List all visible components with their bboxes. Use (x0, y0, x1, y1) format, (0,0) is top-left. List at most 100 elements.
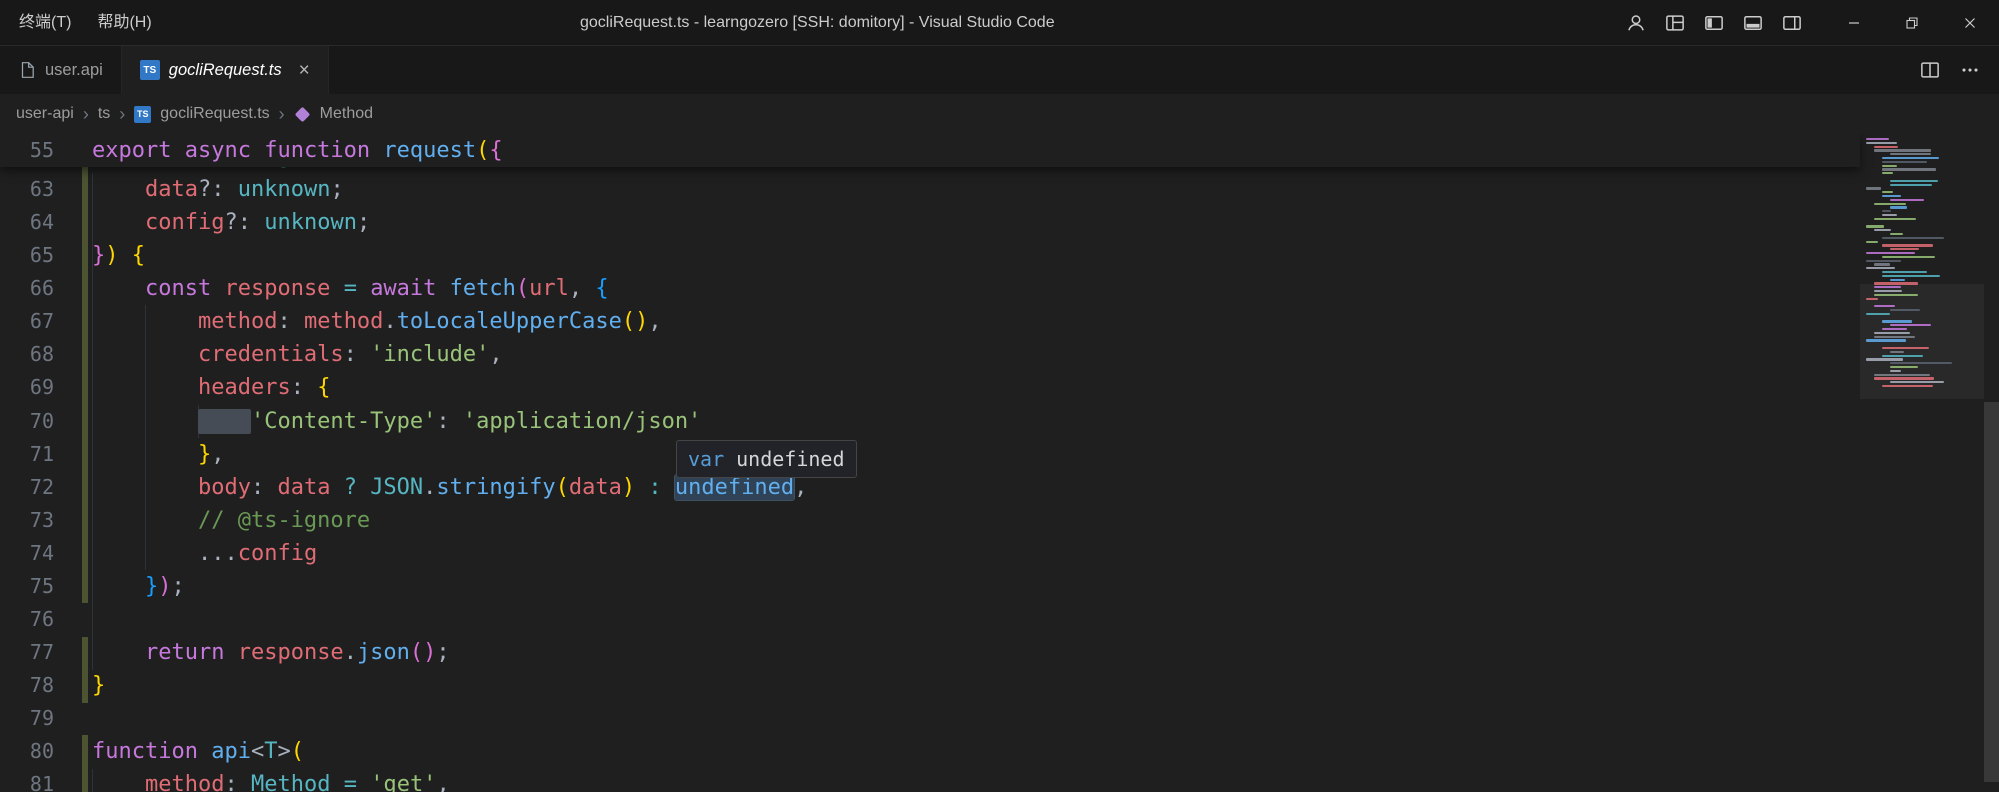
minimap-line (1866, 267, 1895, 269)
code-line-73[interactable]: 73 // @ts-ignore (0, 504, 1900, 537)
minimap-line (1866, 358, 1903, 360)
code-token: ) (622, 475, 635, 500)
close-window-button[interactable] (1941, 0, 1999, 46)
code-line-69[interactable]: 69 headers: { (0, 371, 1900, 404)
code-token: . (344, 640, 357, 665)
code-line-71[interactable]: 71 }, (0, 438, 1900, 471)
menu-terminal[interactable]: 终端(T) (6, 0, 84, 46)
minimap-line (1882, 320, 1912, 322)
vertical-scrollbar[interactable] (1984, 402, 1999, 782)
minimap-line (1882, 385, 1933, 387)
line-number: 72 (0, 471, 54, 504)
code-token: // @ts-ignore (198, 508, 370, 533)
minimap-line (1866, 225, 1884, 227)
code-line-76[interactable]: 76 (0, 603, 1900, 636)
minimap-line (1890, 184, 1932, 186)
more-actions-icon[interactable] (1959, 59, 1981, 81)
toggle-sidebar-left-icon[interactable] (1703, 12, 1725, 34)
code-line-79[interactable]: 79 (0, 702, 1900, 735)
account-icon[interactable] (1625, 12, 1647, 34)
customize-layout-icon[interactable] (1664, 12, 1686, 34)
code-line-70[interactable]: 70 'Content-Type': 'application/json' (0, 405, 1900, 438)
breadcrumb-symbol[interactable]: Method (320, 105, 373, 123)
code-token: Method (251, 772, 330, 792)
code-line-66[interactable]: 66 const response = await fetch(url, { (0, 272, 1900, 305)
tab-user-api[interactable]: user.api (0, 46, 122, 94)
code-token (92, 177, 145, 202)
breadcrumb: user-api › ts › TS gocliRequest.ts › Met… (0, 94, 1999, 134)
chevron-right-icon: › (119, 104, 125, 125)
code-line-78[interactable]: 78} (0, 669, 1900, 702)
code-token (357, 276, 370, 301)
minimap-line (1866, 298, 1878, 300)
sticky-scroll-line[interactable]: 55 export async function request({ (0, 134, 1860, 167)
code-token (119, 243, 132, 268)
minimap-line (1882, 157, 1939, 159)
minimize-button[interactable] (1825, 0, 1883, 46)
line-text: function api<T>( (92, 735, 304, 768)
minimap-line (1874, 229, 1891, 231)
minimap-line (1874, 263, 1890, 265)
minimap-line (1874, 282, 1918, 284)
code-token (92, 640, 145, 665)
code-token (330, 772, 343, 792)
vscode-window: 终端(T) 帮助(H) gocliRequest.ts - learngozer… (0, 0, 1999, 792)
code-editor[interactable]: 62 url: string;63 data?: unknown;64 conf… (0, 134, 1999, 792)
tab-close-icon[interactable]: × (299, 61, 310, 80)
minimap-line (1874, 336, 1915, 338)
minimap-line (1874, 290, 1902, 292)
minimap-line (1874, 332, 1910, 334)
chevron-right-icon: › (83, 104, 89, 125)
minimap[interactable] (1860, 134, 1984, 792)
split-editor-icon[interactable] (1919, 59, 1941, 81)
line-number: 80 (0, 735, 54, 768)
menu-help[interactable]: 帮助(H) (84, 0, 164, 46)
code-line-72[interactable]: 72 body: data ? JSON.stringify(data) : u… (0, 471, 1900, 504)
code-token (92, 475, 198, 500)
code-token: function (264, 138, 383, 163)
code-line-65[interactable]: 65}) { (0, 239, 1900, 272)
code-line-75[interactable]: 75 }); (0, 570, 1900, 603)
code-line-67[interactable]: 67 method: method.toLocaleUpperCase(), (0, 305, 1900, 338)
line-number: 64 (0, 206, 54, 239)
line-text: } (92, 669, 105, 702)
minimap-line (1882, 165, 1897, 167)
code-line-77[interactable]: 77 return response.json(); (0, 636, 1900, 669)
breadcrumb-file[interactable]: gocliRequest.ts (160, 105, 269, 123)
code-line-74[interactable]: 74 ...config (0, 537, 1900, 570)
code-token (92, 508, 198, 533)
breadcrumb-folder[interactable]: user-api (16, 105, 74, 123)
tab-bar-spacer (329, 46, 1919, 94)
tab-label: user.api (45, 61, 103, 80)
code-token: 'application/json' (463, 409, 701, 434)
minimap-line (1890, 309, 1920, 311)
restore-button[interactable] (1883, 0, 1941, 46)
code-token (92, 210, 145, 235)
code-line-64[interactable]: 64 config?: unknown; (0, 206, 1900, 239)
code-token: config (238, 541, 317, 566)
code-token: ; (171, 574, 184, 599)
minimap-line (1890, 366, 1918, 368)
breadcrumb-folder[interactable]: ts (98, 105, 110, 123)
minimap-line (1874, 286, 1901, 288)
minimap-line (1866, 313, 1890, 315)
code-token (224, 640, 237, 665)
tab-goclirequest[interactable]: TS gocliRequest.ts × (122, 46, 329, 94)
minimap-line (1890, 381, 1944, 383)
toggle-sidebar-right-icon[interactable] (1781, 12, 1803, 34)
code-token: : (211, 177, 238, 202)
code-token: . (383, 309, 396, 334)
code-token: : (238, 210, 265, 235)
line-number: 81 (0, 768, 54, 792)
line-number: 76 (0, 603, 54, 636)
code-line-68[interactable]: 68 credentials: 'include', (0, 338, 1900, 371)
toggle-panel-icon[interactable] (1742, 12, 1764, 34)
code-token: response (238, 640, 344, 665)
code-line-80[interactable]: 80 function api<T>( (0, 735, 1900, 768)
tab-bar: user.api TS gocliRequest.ts × (0, 46, 1999, 94)
code-line-81[interactable]: 81 method: Method = 'get', (0, 768, 1900, 792)
minimap-line (1866, 252, 1915, 254)
minimap-line (1890, 248, 1919, 250)
code-line-63[interactable]: 63 data?: unknown; (0, 173, 1900, 206)
minimap-line (1882, 195, 1901, 197)
